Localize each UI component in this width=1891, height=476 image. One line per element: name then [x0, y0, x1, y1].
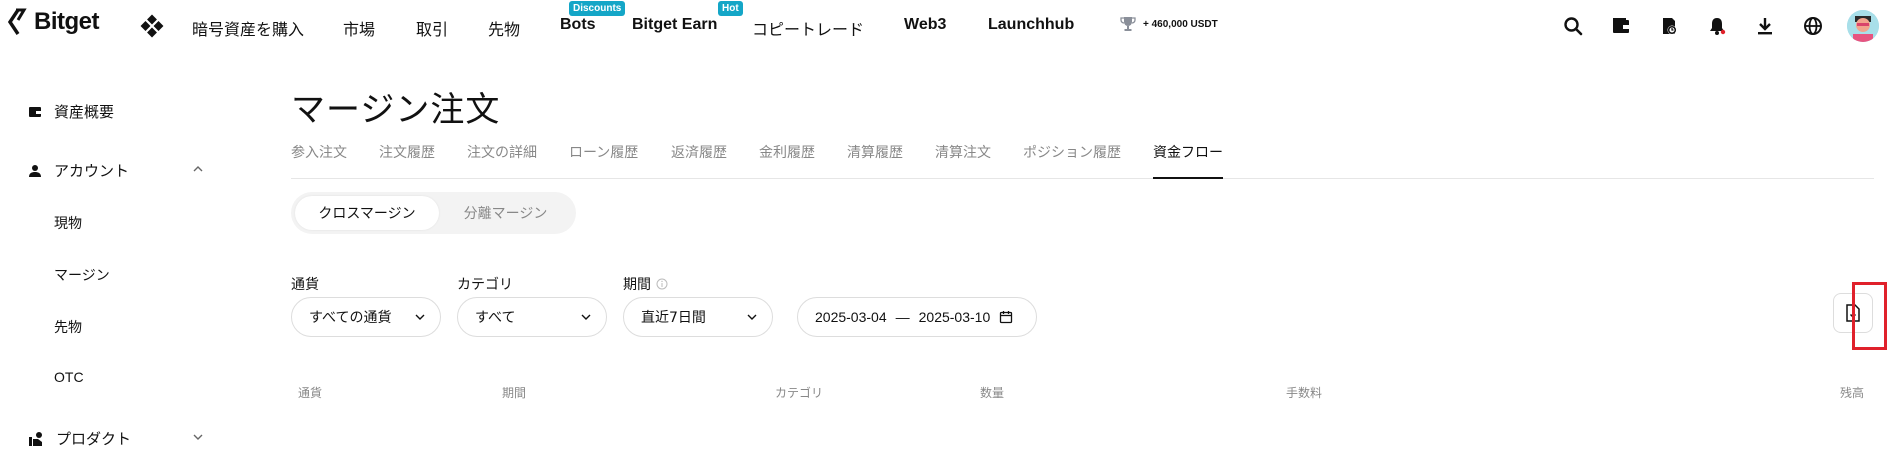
promo-text: + 460,000 USDT: [1143, 18, 1218, 30]
chevron-down-icon[interactable]: [192, 431, 204, 443]
export-button[interactable]: [1833, 293, 1873, 333]
date-range-picker[interactable]: 2025-03-04 — 2025-03-10: [797, 297, 1037, 337]
cross-margin-button[interactable]: クロスマージン: [295, 196, 439, 230]
info-icon[interactable]: [656, 278, 668, 290]
tab-repayment-history[interactable]: 返済履歴: [671, 142, 727, 179]
trophy-icon: [1120, 17, 1136, 31]
category-select-value: すべて: [475, 310, 516, 326]
user-icon: [29, 164, 41, 177]
period-label: 期間: [623, 274, 668, 294]
isolated-margin-button[interactable]: 分離マージン: [439, 196, 572, 230]
nav-trade[interactable]: 取引: [416, 16, 448, 40]
currency-select[interactable]: すべての通貨: [291, 297, 441, 337]
wallet-icon[interactable]: [1609, 14, 1633, 38]
apps-grid-icon[interactable]: [140, 14, 164, 38]
table-header-fee: 手数料: [1286, 386, 1323, 400]
sidebar-label-account: アカウント: [54, 162, 130, 180]
hot-badge: Hot: [718, 1, 743, 16]
sidebar-item-products[interactable]: プロダクト: [28, 428, 131, 449]
bitget-logo-mark-icon: [8, 8, 27, 35]
tab-interest-history[interactable]: 金利履歴: [759, 142, 815, 179]
brand-name: Bitget: [34, 8, 100, 35]
products-icon: [29, 431, 42, 446]
calendar-icon: [1000, 311, 1013, 324]
search-icon[interactable]: [1561, 14, 1585, 38]
top-nav-bar: Bitget 暗号資産を購入 市場 取引 先物 Bots Discounts B…: [0, 0, 1891, 52]
chevron-up-icon[interactable]: [192, 163, 204, 175]
period-select[interactable]: 直近7日間: [623, 297, 773, 337]
bell-icon[interactable]: [1705, 14, 1729, 38]
margin-mode-toggle: クロスマージン 分離マージン: [291, 192, 576, 234]
table-header-category: カテゴリ: [775, 386, 824, 400]
nav-copy-trade[interactable]: コピートレード: [752, 16, 864, 40]
sidebar-item-futures[interactable]: 先物: [54, 317, 82, 337]
date-separator: —: [895, 309, 910, 325]
nav-buy-crypto[interactable]: 暗号資産を購入: [192, 16, 304, 40]
tab-fund-flow[interactable]: 資金フロー: [1153, 142, 1223, 179]
tab-position-history[interactable]: ポジション履歴: [1023, 142, 1121, 179]
user-avatar[interactable]: [1847, 10, 1879, 42]
nav-bitget-earn[interactable]: Bitget Earn: [632, 16, 717, 34]
sidebar-item-assets-overview[interactable]: 資産概要: [28, 101, 114, 122]
download-icon[interactable]: [1753, 14, 1777, 38]
avatar-face-icon: [1847, 10, 1879, 42]
chevron-down-icon: [415, 314, 425, 320]
table-header-quantity: 数量: [980, 386, 1005, 400]
category-select[interactable]: すべて: [457, 297, 607, 337]
discounts-badge: Discounts: [569, 1, 626, 16]
nav-bots[interactable]: Bots: [560, 16, 596, 34]
currency-label: 通貨: [291, 277, 319, 293]
tab-entry-orders[interactable]: 参入注文: [291, 142, 347, 179]
bitget-logo[interactable]: Bitget: [8, 8, 100, 36]
chevron-down-icon: [747, 314, 757, 320]
currency-select-value: すべての通貨: [309, 310, 392, 326]
orders-icon[interactable]: [1657, 14, 1681, 38]
sidebar-item-spot[interactable]: 現物: [54, 213, 82, 233]
order-tabs: 参入注文 注文履歴 注文の詳細 ローン履歴 返済履歴 金利履歴 清算履歴 清算注…: [291, 141, 1874, 179]
nav-web3[interactable]: Web3: [904, 16, 946, 34]
sidebar-item-account[interactable]: アカウント: [28, 160, 129, 181]
sidebar-label-products: プロダクト: [56, 430, 132, 448]
page-title: マージン注文: [291, 90, 501, 130]
tab-liquidation-orders[interactable]: 清算注文: [935, 142, 991, 179]
chevron-down-icon: [581, 314, 591, 320]
table-header-period: 期間: [502, 386, 527, 400]
nav-launchhub[interactable]: Launchhub: [988, 16, 1074, 34]
wallet-icon: [29, 106, 41, 117]
table-header-currency: 通貨: [298, 386, 323, 400]
file-download-icon: [1846, 304, 1860, 322]
sidebar-item-margin[interactable]: マージン: [54, 265, 110, 285]
nav-markets[interactable]: 市場: [343, 16, 375, 40]
tab-order-details[interactable]: 注文の詳細: [467, 142, 537, 179]
tab-liquidation-history[interactable]: 清算履歴: [847, 142, 903, 179]
tab-loan-history[interactable]: ローン履歴: [569, 142, 638, 179]
promo-banner[interactable]: + 460,000 USDT: [1119, 15, 1218, 33]
table-header-balance: 残高: [1840, 386, 1865, 400]
globe-icon[interactable]: [1801, 14, 1825, 38]
date-from[interactable]: 2025-03-04: [815, 309, 887, 325]
category-label: カテゴリ: [457, 277, 513, 293]
date-to[interactable]: 2025-03-10: [919, 309, 991, 325]
sidebar-label-overview: 資産概要: [54, 103, 115, 121]
nav-futures[interactable]: 先物: [488, 16, 520, 40]
tab-order-history[interactable]: 注文履歴: [379, 142, 435, 179]
period-select-value: 直近7日間: [641, 310, 706, 326]
sidebar-item-otc[interactable]: OTC: [54, 369, 84, 385]
